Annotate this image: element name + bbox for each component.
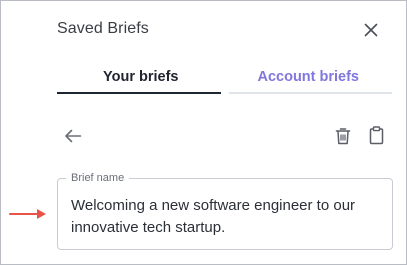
- copy-button[interactable]: [365, 124, 387, 146]
- close-button[interactable]: [359, 18, 383, 42]
- arrow-left-icon: [65, 129, 82, 143]
- trash-icon: [335, 128, 351, 145]
- tab-account-briefs[interactable]: Account briefs: [225, 61, 393, 95]
- brief-name-label: Brief name: [66, 171, 130, 185]
- annotation-arrow-icon: [9, 209, 46, 219]
- delete-button[interactable]: [332, 125, 354, 147]
- brief-name-value[interactable]: Welcoming a new software engineer to our…: [71, 195, 380, 239]
- back-button[interactable]: [62, 125, 84, 147]
- tab-your-briefs[interactable]: Your briefs: [57, 61, 225, 95]
- brief-tabs: Your briefs Account briefs: [57, 61, 392, 95]
- clipboard-icon: [369, 125, 383, 144]
- dialog-title: Saved Briefs: [57, 20, 149, 37]
- brief-name-field[interactable]: Brief name Welcoming a new software engi…: [57, 171, 393, 250]
- close-icon: [364, 23, 378, 37]
- saved-briefs-panel: Saved Briefs Your briefs Account briefs …: [0, 0, 407, 265]
